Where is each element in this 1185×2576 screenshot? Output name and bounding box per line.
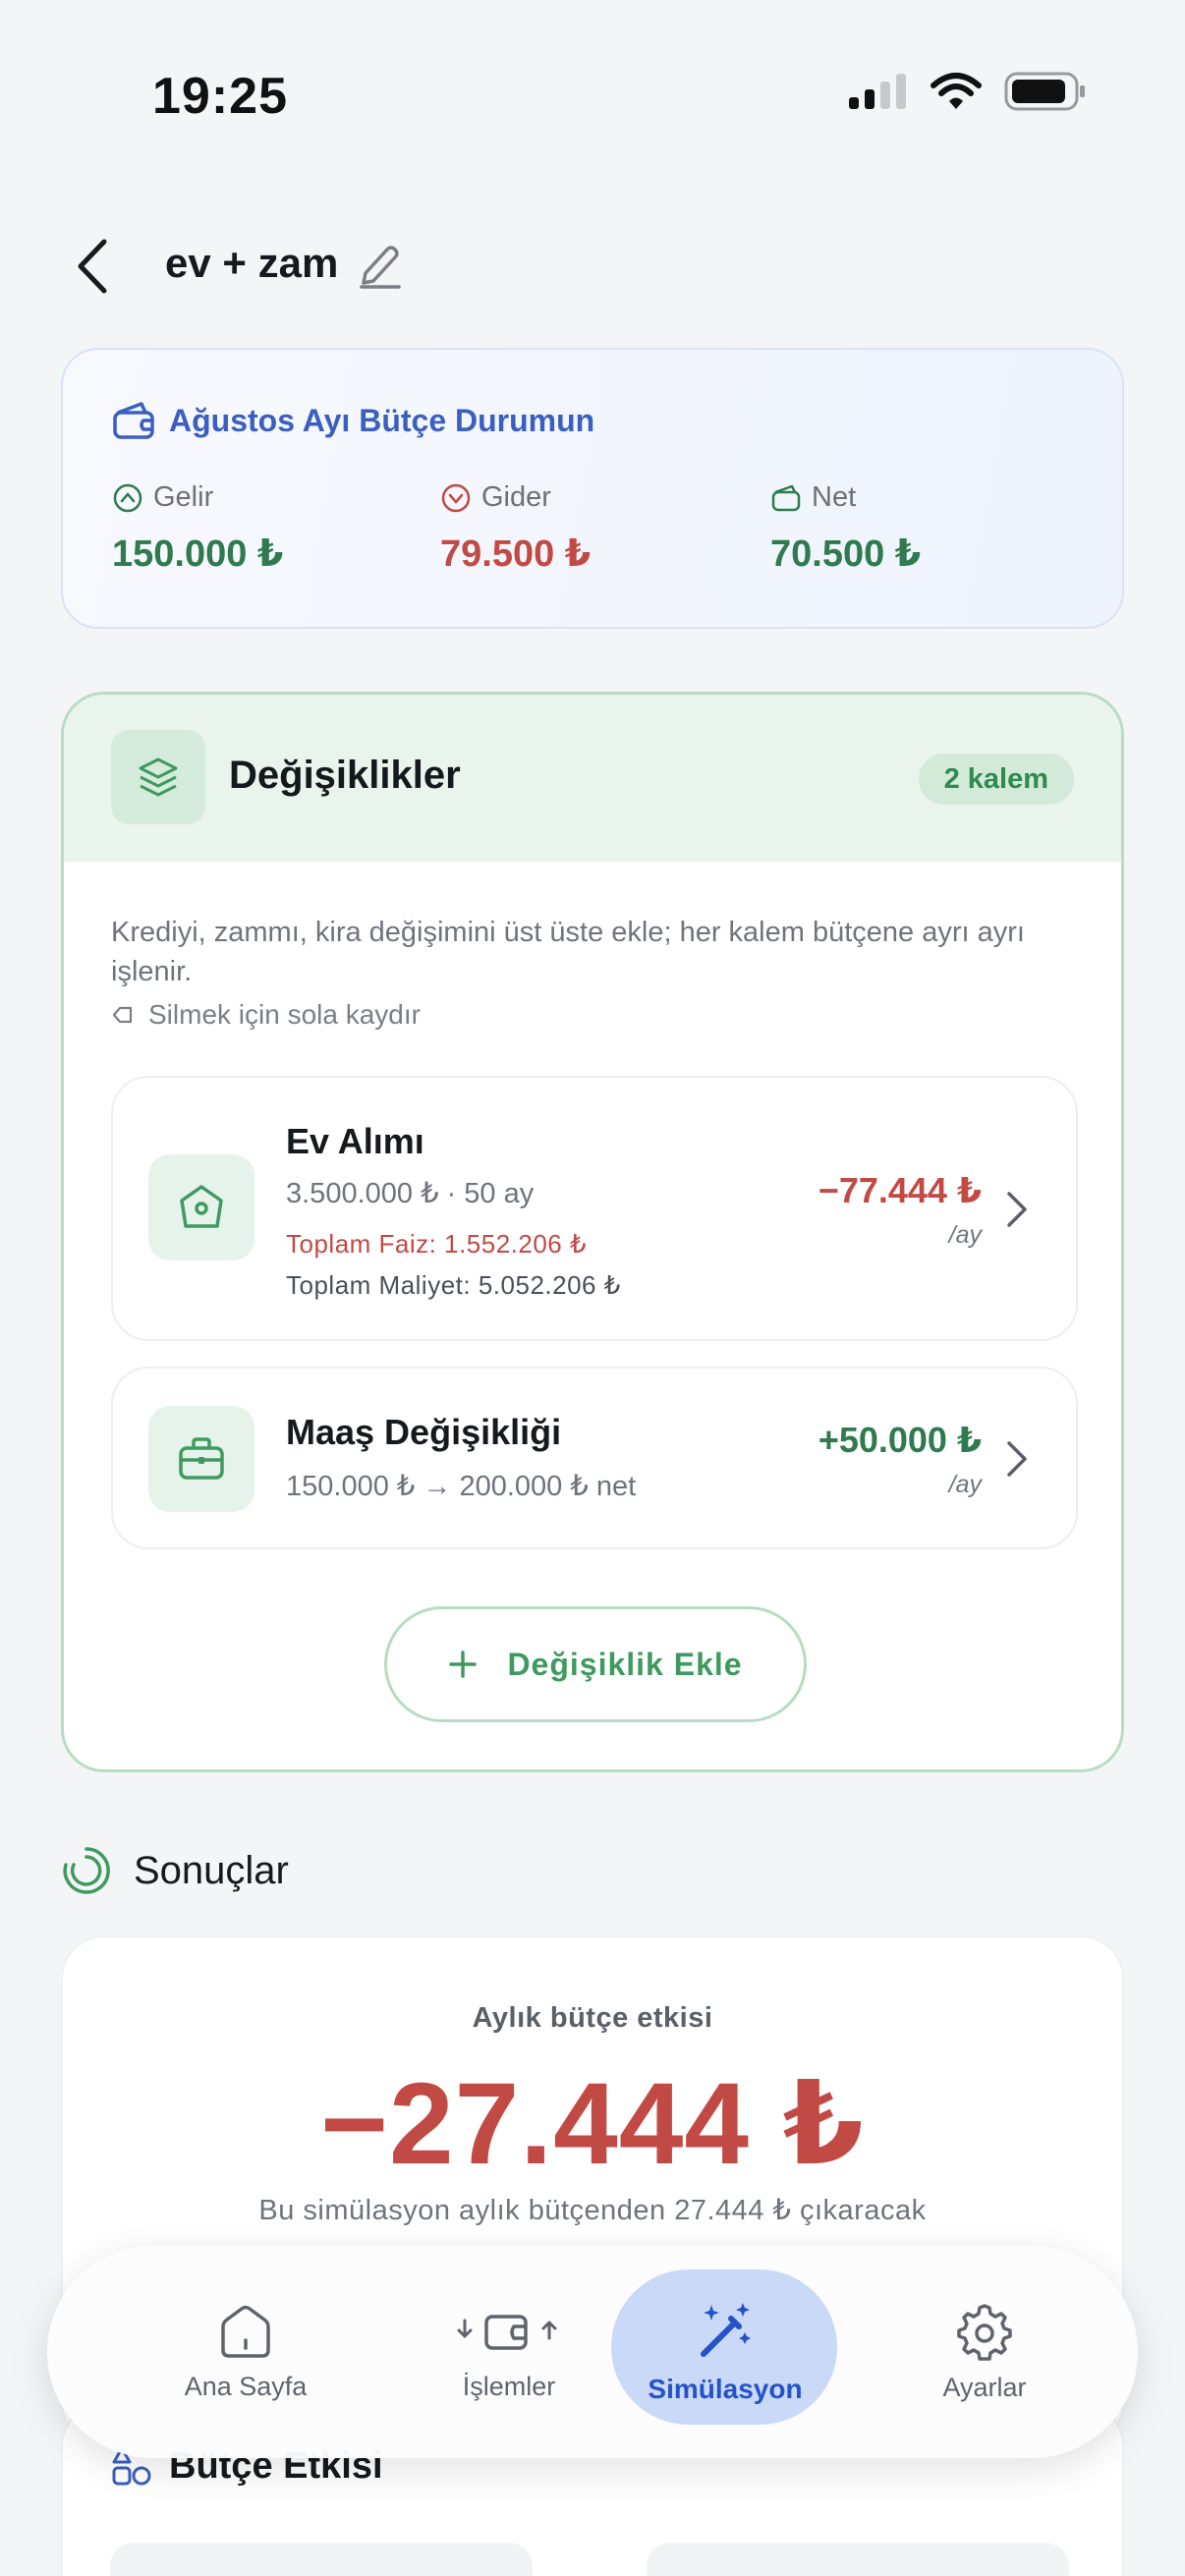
item-subtitle: 150.000 ₺ → 200.000 ₺ net [286,1471,637,1502]
change-item-salary[interactable]: Maaş Değişikliği 150.000 ₺ → 200.000 ₺ n… [111,1367,1078,1549]
net-value: 70.500 ₺ [770,533,922,575]
chevron-left-icon [78,239,107,294]
wallet-icon [457,2314,557,2350]
edit-title-button[interactable] [358,240,405,291]
item-amount: +50.000 ₺ [818,1420,982,1460]
cellular-signal-icon [849,74,906,109]
add-change-button[interactable]: Değişiklik Ekle [384,1606,807,1722]
back-button[interactable] [65,232,120,301]
briefcase-icon-box [148,1406,254,1512]
item-subtitle: 3.500.000 ₺ · 50 ay [286,1178,535,1209]
swipe-hint: Silmek için sola kaydır [111,999,421,1031]
wallet-icon [113,402,154,439]
gear-icon [957,2303,1012,2361]
changes-description: Krediyi, zammı, kira değişimini üst üste… [111,917,1025,987]
results-heading: Sonuçlar [61,1845,289,1896]
nav-transactions-label: İşlemler [462,2371,556,2401]
pencil-icon [360,246,401,289]
add-change-label: Değişiklik Ekle [507,1646,743,1682]
changes-card: Değişiklikler 2 kalem Krediyi, zammı, ki… [61,692,1124,1772]
summary-title: Ağustos Ayı Bütçe Durumun [112,401,594,440]
page-title: ev + zam [165,240,339,286]
changes-header: Değişiklikler 2 kalem [64,695,1121,862]
item-interest: Toplam Faiz: 1.552.206 ₺ [286,1229,588,1259]
battery-icon [1004,72,1085,111]
nav-settings-label: Ayarlar [942,2372,1027,2402]
item-per-month: /ay [948,1471,982,1498]
budget-summary-card: Ağustos Ayı Bütçe Durumun Gelir 150.000 … [61,348,1124,629]
impact-label: Aylık bütçe etkisi [472,2002,713,2034]
plus-icon [449,1651,478,1678]
home-icon [221,2305,270,2358]
item-title: Maaş Değişikliği [286,1412,562,1452]
nav-home[interactable]: Ana Sayfa [138,2246,354,2458]
item-per-month: /ay [948,1221,982,1249]
income-value: 150.000 ₺ [112,533,284,575]
results-title: Sonuçlar [134,1848,289,1892]
nav-simulation[interactable]: Simülasyon [617,2246,833,2458]
layers-icon [139,757,178,797]
house-icon-box [148,1154,254,1260]
budget-tile [647,2543,1069,2576]
summary-title-text: Ağustos Ayı Bütçe Durumun [169,402,595,438]
swipe-hint-text: Silmek için sola kaydır [148,999,421,1030]
wallet-small-icon [771,483,801,511]
change-item-home-purchase[interactable]: Ev Alımı 3.500.000 ₺ · 50 ay Toplam Faiz… [111,1076,1078,1341]
impact-description: Bu simülasyon aylık bütçenden 27.444 ₺ ç… [258,2195,927,2226]
bottom-nav-bar: Ana Sayfa İşlemler Simülasyon Ayarlar [47,2246,1138,2458]
item-title: Ev Alımı [286,1121,424,1161]
layers-icon-box [111,730,205,824]
net-stat: Net 70.500 ₺ [770,481,921,576]
chevron-right-icon [1007,1441,1027,1477]
count-badge: 2 kalem [918,754,1074,805]
item-amount: −77.444 ₺ [818,1170,982,1210]
arrow-up-circle-icon [113,483,142,512]
swipe-left-icon [112,1006,133,1024]
briefcase-icon [179,1437,224,1480]
arrow-down-circle-icon [441,483,471,512]
house-icon [180,1185,223,1228]
expense-label: Gider [481,481,551,513]
status-time: 19:25 [152,68,288,125]
nav-settings[interactable]: Ayarlar [876,2246,1093,2458]
budget-tile [110,2543,533,2576]
changes-title: Değişiklikler [229,754,461,797]
income-label: Gelir [153,481,214,513]
expense-stat: Gider 79.500 ₺ [440,481,591,576]
net-label: Net [812,481,857,513]
nav-home-label: Ana Sayfa [184,2371,308,2401]
spinner-rings-icon [63,1847,110,1894]
nav-transactions[interactable]: İşlemler [401,2246,617,2458]
chevron-right-icon [1007,1192,1027,1227]
nav-simulation-label: Simülasyon [648,2374,803,2404]
wifi-icon [931,73,982,109]
income-stat: Gelir 150.000 ₺ [112,481,283,576]
expense-value: 79.500 ₺ [440,533,592,575]
item-total-cost: Toplam Maliyet: 5.052.206 ₺ [286,1270,621,1300]
magic-wand-icon [701,2303,751,2357]
status-icons [847,71,1087,112]
impact-value: −27.444 ₺ [320,2059,865,2189]
